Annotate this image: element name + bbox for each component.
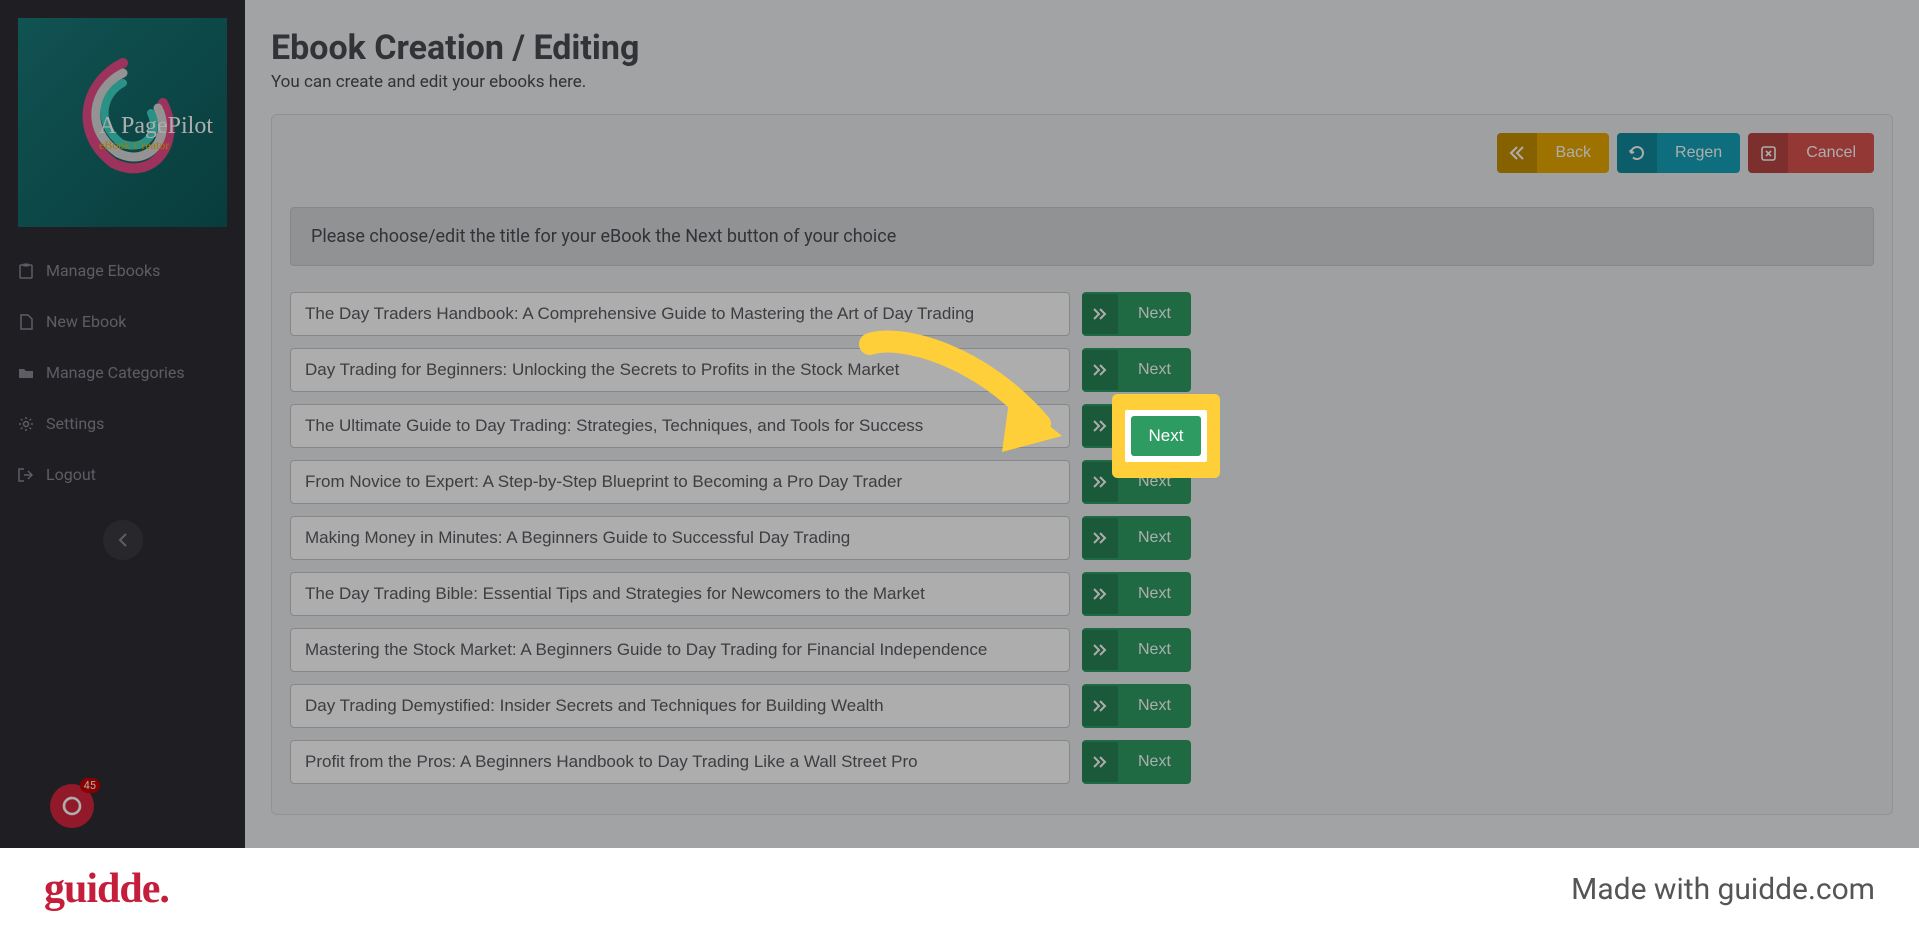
next-button[interactable]: Next bbox=[1082, 684, 1191, 728]
guidde-logo: guidde. bbox=[44, 865, 169, 913]
sidebar-item-label: Logout bbox=[46, 465, 96, 484]
back-button[interactable]: Back bbox=[1497, 133, 1609, 173]
sidebar-item-manage-ebooks[interactable]: Manage Ebooks bbox=[0, 245, 245, 296]
next-label: Next bbox=[1118, 529, 1191, 547]
title-input[interactable] bbox=[290, 460, 1070, 504]
at-icon bbox=[59, 793, 85, 819]
next-label: Next bbox=[1118, 697, 1191, 715]
file-icon bbox=[18, 314, 34, 330]
notification-badge[interactable]: 45 bbox=[50, 784, 94, 828]
sidebar-item-label: New Ebook bbox=[46, 312, 126, 331]
next-label: Next bbox=[1118, 305, 1191, 323]
chevron-double-right-icon bbox=[1082, 630, 1118, 670]
badge-count: 45 bbox=[80, 778, 100, 793]
sidebar-item-label: Manage Ebooks bbox=[46, 261, 160, 280]
chevron-double-right-icon bbox=[1082, 406, 1118, 446]
tutorial-highlight: Next bbox=[1116, 398, 1216, 474]
page-title: Ebook Creation / Editing bbox=[271, 28, 1893, 68]
sidebar-nav: Manage Ebooks New Ebook Manage Categorie… bbox=[0, 245, 245, 500]
sidebar: A PagePilot eBook Creator Manage Ebooks … bbox=[0, 0, 245, 848]
title-input[interactable] bbox=[290, 684, 1070, 728]
clipboard-icon bbox=[18, 263, 34, 279]
app: A PagePilot eBook Creator Manage Ebooks … bbox=[0, 0, 1919, 848]
app-logo: A PagePilot eBook Creator bbox=[18, 18, 227, 227]
folder-icon bbox=[18, 365, 34, 381]
chevron-double-right-icon bbox=[1082, 686, 1118, 726]
title-input[interactable] bbox=[290, 292, 1070, 336]
chevron-double-right-icon bbox=[1082, 742, 1118, 782]
title-row: Next bbox=[290, 348, 1874, 392]
title-input[interactable] bbox=[290, 572, 1070, 616]
title-row: Next bbox=[290, 460, 1874, 504]
chevron-double-right-icon bbox=[1082, 574, 1118, 614]
title-row: Next bbox=[290, 572, 1874, 616]
title-row: Next bbox=[290, 404, 1874, 448]
next-button[interactable]: Next bbox=[1082, 572, 1191, 616]
next-label: Next bbox=[1118, 473, 1191, 491]
logout-icon bbox=[18, 467, 34, 483]
title-list: NextNextNextNextNextNextNextNextNext bbox=[290, 292, 1874, 784]
next-button[interactable]: Next bbox=[1082, 348, 1191, 392]
sidebar-item-settings[interactable]: Settings bbox=[0, 398, 245, 449]
logo-sub-text: eBook Creator bbox=[99, 138, 213, 153]
title-row: Next bbox=[290, 516, 1874, 560]
logo-brand-text: A PagePilot bbox=[99, 113, 213, 139]
sidebar-item-label: Settings bbox=[46, 414, 104, 433]
next-button[interactable]: Next bbox=[1082, 628, 1191, 672]
highlighted-next-button[interactable]: Next bbox=[1131, 416, 1202, 456]
next-button[interactable]: Next bbox=[1082, 516, 1191, 560]
action-bar: Back Regen Cancel bbox=[290, 133, 1874, 173]
next-label: Next bbox=[1118, 361, 1191, 379]
title-row: Next bbox=[290, 628, 1874, 672]
regen-button[interactable]: Regen bbox=[1617, 133, 1740, 173]
title-input[interactable] bbox=[290, 628, 1070, 672]
refresh-icon bbox=[1617, 133, 1657, 173]
chevron-double-left-icon bbox=[1497, 133, 1537, 173]
sidebar-item-label: Manage Categories bbox=[46, 363, 185, 382]
title-input[interactable] bbox=[290, 348, 1070, 392]
title-row: Next bbox=[290, 740, 1874, 784]
instruction-banner: Please choose/edit the title for your eB… bbox=[290, 207, 1874, 266]
back-label: Back bbox=[1537, 144, 1609, 162]
chevron-double-right-icon bbox=[1082, 518, 1118, 558]
chevron-double-right-icon bbox=[1082, 294, 1118, 334]
sidebar-item-new-ebook[interactable]: New Ebook bbox=[0, 296, 245, 347]
sidebar-collapse-button[interactable] bbox=[103, 520, 143, 560]
title-input[interactable] bbox=[290, 740, 1070, 784]
chevron-left-icon bbox=[118, 533, 128, 547]
title-row: Next bbox=[290, 684, 1874, 728]
guidde-footer: guidde. Made with guidde.com bbox=[0, 848, 1919, 930]
chevron-double-right-icon bbox=[1082, 462, 1118, 502]
page-subtitle: You can create and edit your ebooks here… bbox=[271, 72, 1893, 92]
next-label: Next bbox=[1118, 585, 1191, 603]
cancel-label: Cancel bbox=[1788, 144, 1874, 162]
next-button[interactable]: Next bbox=[1082, 292, 1191, 336]
chevron-double-right-icon bbox=[1082, 350, 1118, 390]
regen-label: Regen bbox=[1657, 144, 1740, 162]
sidebar-item-logout[interactable]: Logout bbox=[0, 449, 245, 500]
highlight-inner: Next bbox=[1125, 410, 1208, 462]
sidebar-item-manage-categories[interactable]: Manage Categories bbox=[0, 347, 245, 398]
next-label: Next bbox=[1118, 753, 1191, 771]
title-input[interactable] bbox=[290, 404, 1070, 448]
cancel-button[interactable]: Cancel bbox=[1748, 133, 1874, 173]
title-input[interactable] bbox=[290, 516, 1070, 560]
title-row: Next bbox=[290, 292, 1874, 336]
next-label: Next bbox=[1118, 641, 1191, 659]
footer-text: Made with guidde.com bbox=[1571, 872, 1875, 907]
next-button[interactable]: Next bbox=[1082, 740, 1191, 784]
close-square-icon bbox=[1748, 133, 1788, 173]
main-content: Ebook Creation / Editing You can create … bbox=[245, 0, 1919, 848]
gear-icon bbox=[18, 416, 34, 432]
editor-card: Back Regen Cancel Please choose/edit the… bbox=[271, 114, 1893, 815]
